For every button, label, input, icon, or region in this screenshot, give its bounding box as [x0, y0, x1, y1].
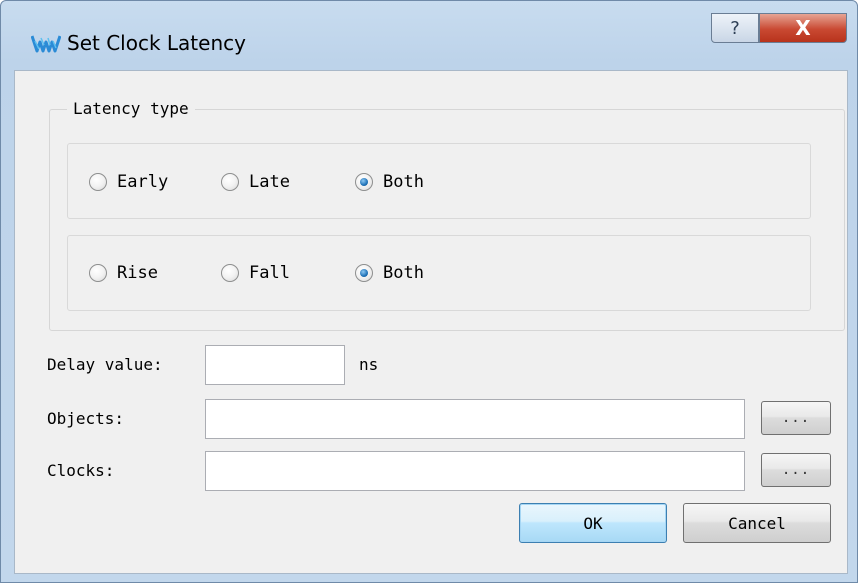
radio-circle[interactable]: [221, 173, 239, 191]
delay-value-label: Delay value:: [47, 355, 163, 374]
dialog-client-area: Latency type Early Late Both Rise Fall B…: [14, 70, 848, 574]
cancel-button[interactable]: Cancel: [683, 503, 831, 543]
help-icon: ?: [730, 17, 740, 39]
radio-late[interactable]: Late: [221, 172, 290, 192]
delay-unit-label: ns: [359, 355, 379, 374]
radio-circle[interactable]: [221, 264, 239, 282]
close-icon: X: [795, 16, 811, 40]
radio-early[interactable]: Early: [89, 172, 168, 192]
gowin-logo-icon: [31, 35, 61, 53]
latency-early-late-frame: [67, 143, 811, 219]
radio-rise-label: Rise: [117, 263, 158, 283]
radio-both-early-late[interactable]: Both: [355, 172, 424, 192]
help-button[interactable]: ?: [711, 13, 759, 43]
radio-both-label: Both: [383, 263, 424, 283]
radio-both-rise-fall[interactable]: Both: [355, 263, 424, 283]
objects-label: Objects:: [47, 409, 125, 428]
clocks-browse-button[interactable]: ...: [761, 453, 831, 487]
radio-circle[interactable]: [89, 173, 107, 191]
latency-type-label: Latency type: [67, 99, 195, 118]
window-title: Set Clock Latency: [67, 31, 246, 55]
radio-late-label: Late: [249, 172, 290, 192]
objects-input[interactable]: [205, 399, 745, 439]
close-button[interactable]: X: [759, 13, 847, 43]
objects-browse-button[interactable]: ...: [761, 401, 831, 435]
radio-rise[interactable]: Rise: [89, 263, 158, 283]
title-bar[interactable]: Set Clock Latency ? X: [1, 1, 857, 59]
browse-icon: ...: [781, 410, 811, 426]
ok-button[interactable]: OK: [519, 503, 667, 543]
clocks-input[interactable]: [205, 451, 745, 491]
latency-rise-fall-frame: [67, 235, 811, 311]
radio-both-label: Both: [383, 172, 424, 192]
delay-value-input[interactable]: [205, 345, 345, 385]
clocks-label: Clocks:: [47, 461, 115, 480]
radio-fall[interactable]: Fall: [221, 263, 290, 283]
radio-circle[interactable]: [89, 264, 107, 282]
radio-early-label: Early: [117, 172, 169, 192]
radio-circle-checked[interactable]: [355, 264, 373, 282]
browse-icon: ...: [781, 462, 811, 478]
radio-fall-label: Fall: [249, 263, 290, 283]
radio-circle-checked[interactable]: [355, 173, 373, 191]
